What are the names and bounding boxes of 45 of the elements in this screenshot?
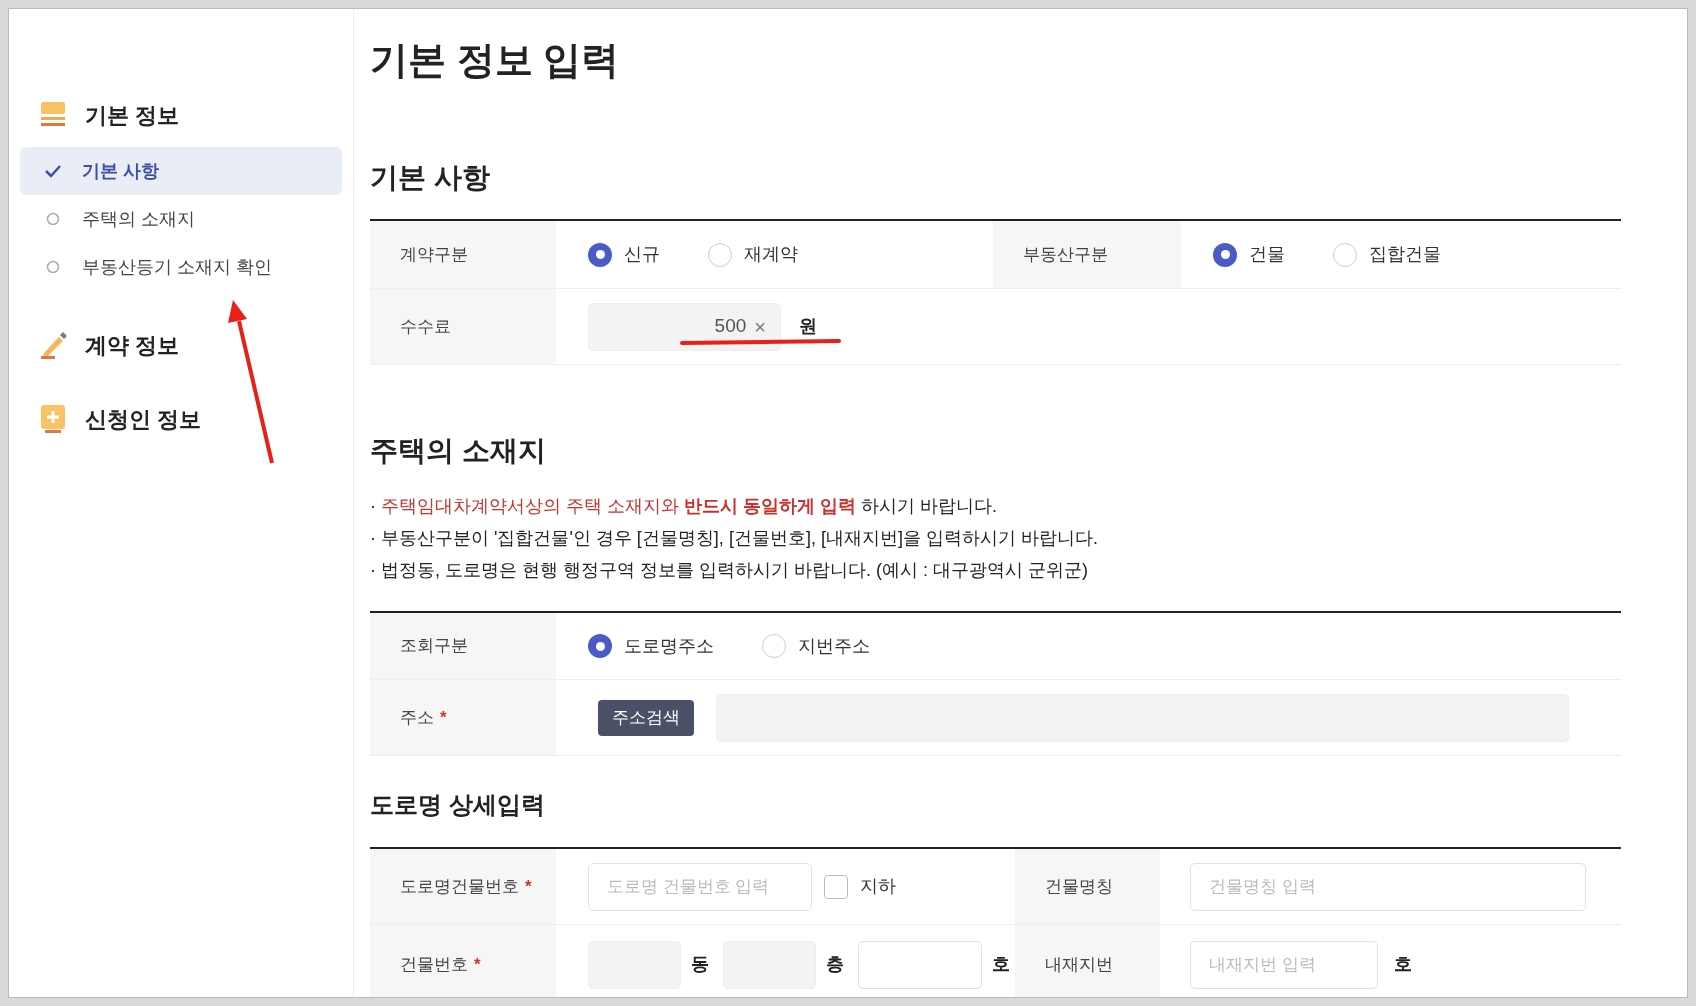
notice-text: · 주택임대차계약서상의 주택 소재지와 반드시 동일하게 입력 하시기 바랍니다. bbox=[370, 495, 999, 518]
pencil-icon bbox=[39, 329, 69, 361]
check-icon bbox=[44, 164, 62, 178]
field-label: 내재지번 bbox=[1045, 953, 1113, 976]
field-label: 주소 * bbox=[400, 706, 447, 729]
unit-label: 호 bbox=[1394, 953, 1412, 976]
clear-button[interactable]: × bbox=[754, 311, 766, 342]
circle-icon bbox=[44, 212, 62, 226]
field-label: 부동산구분 bbox=[1023, 243, 1108, 266]
field-label: 계약구분 bbox=[400, 243, 468, 266]
sidebar-item[interactable]: 주택의 소재지 bbox=[20, 195, 342, 243]
input-field[interactable]: 건물명칭 입력 bbox=[1190, 862, 1586, 911]
sidebar-heading[interactable]: 신청인 정보 bbox=[85, 402, 202, 436]
input-field[interactable]: 500 × bbox=[588, 302, 781, 351]
unit-label: 동 bbox=[691, 953, 709, 976]
unit-label: 층 bbox=[826, 953, 844, 976]
section-heading: 도로명 상세입력 bbox=[370, 790, 546, 820]
radio-button[interactable]: 도로명주소 bbox=[588, 632, 714, 660]
field-label: 도로명건물번호 * bbox=[400, 875, 532, 898]
field-label: 건물번호 * bbox=[400, 953, 481, 976]
input-field[interactable]: 내재지번 입력 bbox=[1190, 940, 1378, 989]
radio-button[interactable]: 건물 bbox=[1213, 241, 1285, 268]
radio-button[interactable]: 지번주소 bbox=[762, 632, 870, 660]
notice-text: · 법정동, 도로명은 현행 행정구역 정보를 입력하시기 바랍니다. (예시 : 대구광역시 군위군) bbox=[370, 559, 1089, 582]
sidebar-heading[interactable]: 계약 정보 bbox=[85, 328, 180, 362]
section-heading: 주택의 소재지 bbox=[370, 434, 547, 468]
unit-label: 원 bbox=[799, 315, 817, 338]
radio-button[interactable]: 신규 bbox=[588, 241, 660, 268]
checkbox[interactable]: 지하 bbox=[824, 873, 896, 900]
field-label: 건물명칭 bbox=[1045, 875, 1113, 898]
input-field[interactable]: 도로명 건물번호 입력 bbox=[588, 862, 812, 911]
notice-text: · 부동산구분이 '집합건물'인 경우 [건물명칭], [건물번호], [내재지번]을 입력하시기 바랍니다. bbox=[370, 527, 1099, 550]
section-heading: 기본 사항 bbox=[370, 161, 491, 195]
input-field[interactable] bbox=[858, 940, 982, 989]
radio-button[interactable]: 집합건물 bbox=[1333, 241, 1441, 268]
page-title: 기본 정보 입력 bbox=[370, 38, 621, 83]
circle-icon bbox=[44, 260, 62, 274]
search-button[interactable]: 주소검색 bbox=[598, 699, 694, 736]
sidebar-item[interactable]: 부동산등기 소재지 확인 bbox=[20, 243, 342, 291]
field-label: 조회구분 bbox=[400, 635, 468, 658]
sidebar-heading[interactable]: 기본 정보 bbox=[85, 98, 180, 132]
sidebar-item[interactable]: 기본 사항 bbox=[20, 147, 342, 195]
field-label: 수수료 bbox=[400, 315, 451, 338]
unit-label: 호 bbox=[992, 953, 1010, 976]
radio-button[interactable]: 재계약 bbox=[708, 241, 798, 268]
